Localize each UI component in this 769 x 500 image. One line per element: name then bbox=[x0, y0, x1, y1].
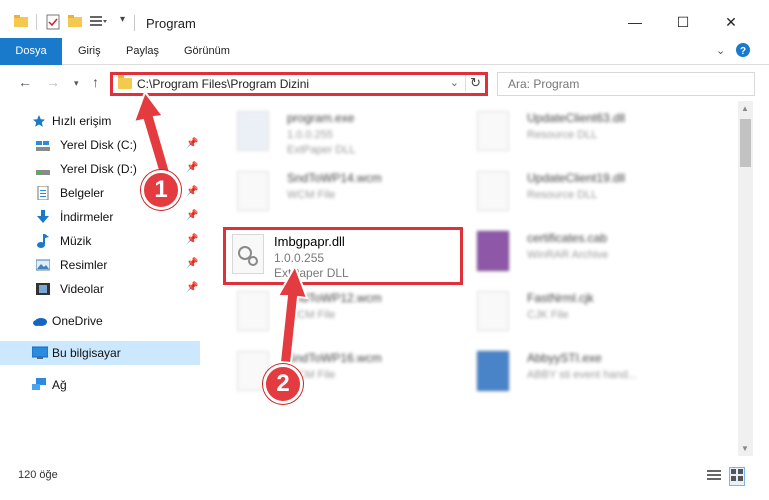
pin-icon[interactable]: 📌 bbox=[186, 210, 198, 221]
film-icon bbox=[36, 282, 50, 296]
sidebar-item-pictures[interactable]: Resimler 📌 bbox=[0, 253, 200, 277]
exe-file-icon bbox=[477, 351, 509, 391]
pin-icon[interactable]: 📌 bbox=[186, 282, 198, 293]
sidebar-item-music[interactable]: Müzik 📌 bbox=[0, 229, 200, 253]
picture-icon bbox=[35, 258, 51, 272]
title-bar: ▾ Program — ☐ ✕ bbox=[0, 0, 769, 38]
file-item[interactable]: AbbyySTI.exe ABBY sti event hand... bbox=[455, 347, 695, 403]
toolbar-divider bbox=[36, 14, 37, 30]
recent-locations-icon[interactable]: ▾ bbox=[74, 78, 79, 89]
view-toggle bbox=[707, 467, 747, 486]
refresh-icon[interactable]: ↻ bbox=[465, 75, 481, 91]
scroll-down-icon[interactable]: ▼ bbox=[741, 444, 749, 453]
scroll-up-icon[interactable]: ▲ bbox=[741, 104, 749, 113]
window-title: Program bbox=[146, 16, 196, 31]
network-icon bbox=[32, 378, 46, 392]
file-item-selected[interactable]: Imbgpapr.dll 1.0.0.255 ExtPaper DLL bbox=[223, 227, 463, 285]
vertical-scrollbar[interactable]: ▲ ▼ bbox=[738, 101, 753, 456]
music-note-icon bbox=[36, 234, 50, 248]
navigation-bar: ← → ▾ ↑ C:\Program Files\Program Dizini … bbox=[0, 65, 769, 101]
cloud-icon bbox=[32, 314, 47, 328]
file-item[interactable]: SndToWP12.wcm WCM File bbox=[215, 287, 455, 343]
ribbon-tabs: Dosya Giriş Paylaş Görünüm ⌄ ? bbox=[0, 38, 769, 94]
help-icon[interactable]: ? bbox=[736, 43, 750, 60]
customize-toolbar-icon[interactable] bbox=[90, 14, 108, 30]
wcm-file-icon bbox=[237, 291, 269, 331]
pin-icon[interactable]: 📌 bbox=[186, 234, 198, 245]
download-arrow-icon bbox=[36, 210, 50, 224]
maximize-button[interactable]: ☐ bbox=[660, 8, 706, 36]
tab-share[interactable]: Paylaş bbox=[118, 38, 167, 65]
dll-gear-file-icon bbox=[232, 234, 264, 274]
sidebar-item-videos[interactable]: Videolar 📌 bbox=[0, 277, 200, 301]
file-item[interactable]: SndToWP14.wcm WCM File bbox=[215, 167, 455, 223]
properties-icon[interactable] bbox=[46, 14, 60, 30]
scroll-thumb[interactable] bbox=[740, 119, 751, 167]
back-arrow-icon[interactable]: ← bbox=[18, 74, 32, 90]
sidebar-item-network[interactable]: Ağ bbox=[0, 373, 200, 397]
callout-badge-2: 2 bbox=[263, 364, 303, 404]
document-icon bbox=[36, 185, 50, 201]
wcm-file-icon bbox=[237, 171, 269, 211]
callout-arrow-2 bbox=[276, 263, 309, 365]
folder-icon[interactable] bbox=[14, 14, 28, 30]
dll-file-icon bbox=[477, 171, 509, 211]
new-folder-icon[interactable] bbox=[68, 14, 82, 30]
close-button[interactable]: ✕ bbox=[708, 8, 754, 36]
tab-home[interactable]: Giriş bbox=[70, 38, 109, 65]
status-bar: 120 öğe bbox=[0, 458, 769, 500]
up-arrow-icon[interactable]: ↑ bbox=[92, 74, 99, 90]
dll-file-icon bbox=[477, 111, 509, 151]
search-input[interactable]: Ara: Program bbox=[497, 72, 755, 96]
details-view-icon[interactable] bbox=[707, 469, 721, 484]
tab-view[interactable]: Görünüm bbox=[176, 38, 238, 65]
file-item[interactable]: certificates.cab WinRAR Archive bbox=[455, 227, 695, 283]
sidebar-item-onedrive[interactable]: OneDrive bbox=[0, 309, 200, 333]
address-dropdown-icon[interactable]: ⌄ bbox=[450, 76, 459, 89]
exe-file-icon bbox=[237, 111, 269, 151]
ribbon-expand-icon[interactable]: ⌄ bbox=[716, 44, 725, 57]
file-item[interactable]: FastNrml.cjk CJK File bbox=[455, 287, 695, 343]
cjk-file-icon bbox=[477, 291, 509, 331]
quick-access-dropdown-icon[interactable]: ▾ bbox=[120, 14, 130, 30]
minimize-button[interactable]: — bbox=[612, 8, 658, 36]
drive-icon bbox=[36, 162, 50, 176]
search-placeholder: Ara: Program bbox=[508, 77, 580, 91]
file-item[interactable]: program.exe 1.0.0.255 ExtPaper DLL bbox=[215, 107, 455, 163]
archive-file-icon bbox=[477, 231, 509, 271]
callout-badge-1: 1 bbox=[141, 170, 181, 210]
sidebar-item-downloads[interactable]: İndirmeler 📌 bbox=[0, 205, 200, 229]
sidebar-item-this-pc[interactable]: Bu bilgisayar bbox=[0, 341, 200, 365]
star-icon bbox=[32, 114, 46, 128]
file-item[interactable]: SndToWP16.wcm WCM File bbox=[215, 347, 455, 403]
file-item[interactable]: UpdateClient19.dll Resource DLL bbox=[455, 167, 695, 223]
computer-icon bbox=[31, 346, 49, 360]
item-count: 120 öğe bbox=[18, 469, 58, 481]
file-item[interactable]: UpdateClient63.dll Resource DLL bbox=[455, 107, 695, 163]
title-divider bbox=[134, 15, 135, 31]
svg-text:?: ? bbox=[740, 46, 746, 57]
pin-icon[interactable]: 📌 bbox=[186, 258, 198, 269]
drive-icon bbox=[36, 138, 50, 152]
forward-arrow-icon[interactable]: → bbox=[46, 74, 60, 90]
large-icons-view-icon[interactable] bbox=[729, 467, 745, 486]
